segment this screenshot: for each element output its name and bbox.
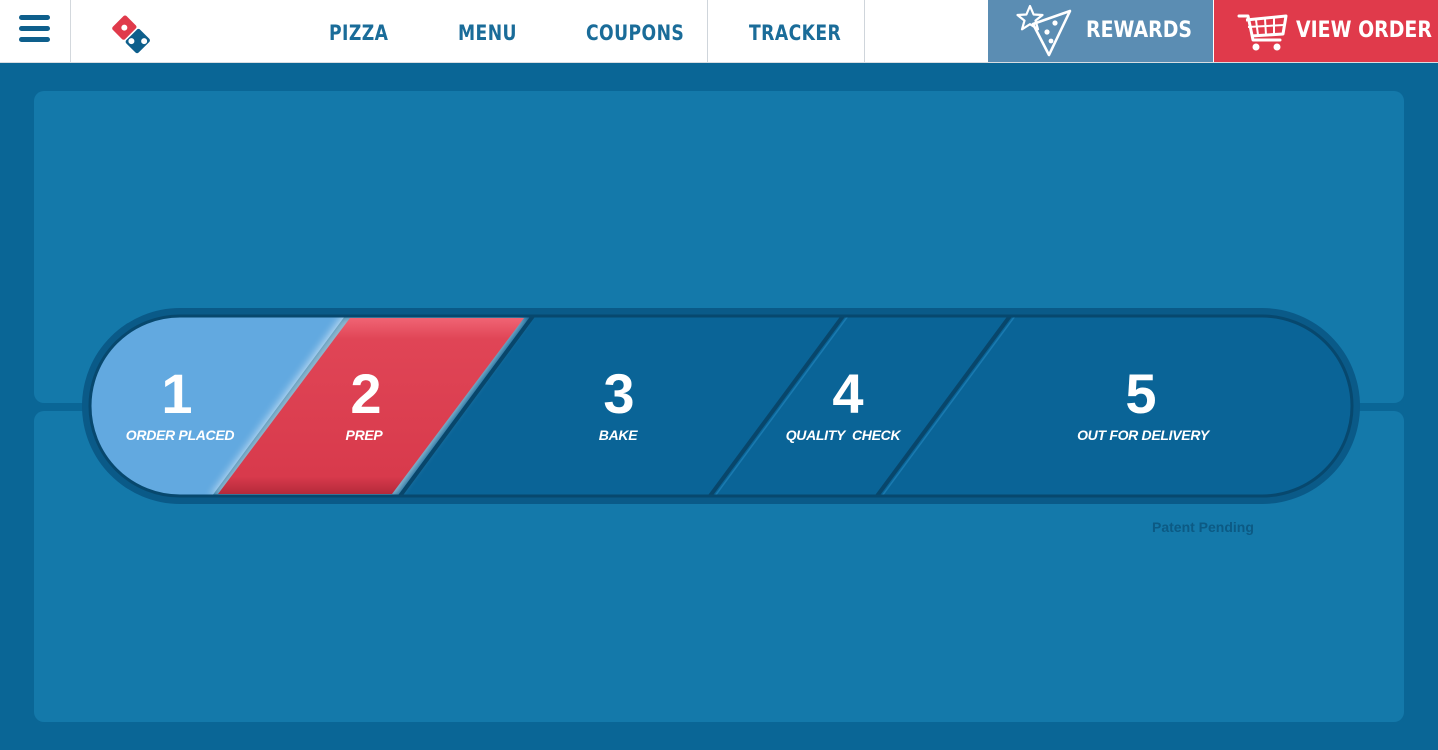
- pizza-tracker-bar: [82, 308, 1360, 504]
- step-2-number: 2: [350, 362, 382, 425]
- step-2-label: PREP: [345, 427, 383, 443]
- patent-pending-text: Patent Pending: [1152, 519, 1254, 535]
- step-3-label: BAKE: [598, 427, 638, 443]
- step-5-number: 5: [1125, 362, 1157, 425]
- step-3-number: 3: [603, 362, 635, 425]
- step-1-label: ORDER PLACED: [125, 427, 235, 443]
- step-4-label: QUALITY CHECK: [785, 427, 901, 443]
- step-1-number: 1: [161, 362, 193, 425]
- step-5-label: OUT FOR DELIVERY: [1077, 427, 1209, 443]
- step-4-number: 4: [832, 362, 864, 425]
